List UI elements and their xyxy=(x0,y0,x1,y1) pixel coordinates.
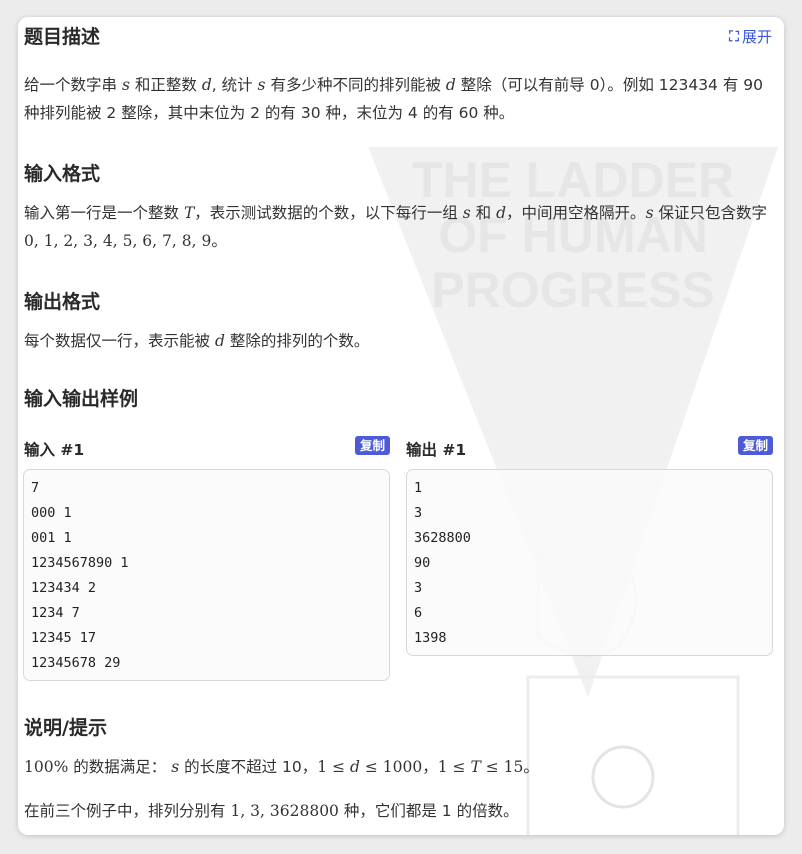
input-line: 000 1 xyxy=(31,505,72,521)
input-line: 1234 7 xyxy=(31,605,80,621)
sample-input-box[interactable]: 7 000 1 001 1 1234567890 1 123434 2 1234… xyxy=(23,469,390,681)
sample-output-label: 输出 #1 xyxy=(406,441,467,459)
input-line: 12345678 29 xyxy=(31,655,121,671)
output-line: 1 xyxy=(414,480,423,496)
input-line: 12345 17 xyxy=(31,630,97,646)
sample-input-label: 输入 #1 xyxy=(24,441,85,459)
fullscreen-icon: ⛶ xyxy=(729,28,739,45)
output-line: 90 xyxy=(414,555,431,571)
input-format-text: 输入第一行是一个整数 T，表示测试数据的个数，以下每行一组 s 和 d，中间用空… xyxy=(24,204,767,250)
description-text: 给一个数字串 s 和正整数 d, 统计 s 有多少种不同的排列能被 d 整除（可… xyxy=(24,76,763,122)
expand-button[interactable]: ⛶ 展开 xyxy=(729,26,772,47)
input-line: 001 1 xyxy=(31,530,72,546)
output-line: 3 xyxy=(414,580,423,596)
sample-output-box[interactable]: 1 3 3628800 90 3 6 1398 xyxy=(406,469,773,656)
copy-output-button[interactable]: 复制 xyxy=(738,436,774,455)
copy-input-button[interactable]: 复制 xyxy=(355,436,391,455)
input-format-title: 输入格式 xyxy=(24,163,101,185)
output-line: 6 xyxy=(414,605,423,621)
input-line: 123434 2 xyxy=(31,580,97,596)
output-line: 3 xyxy=(414,505,423,521)
problem-card: THE LADDER OF HUMAN PROGRESS 题目描述 ⛶ 展开 给… xyxy=(18,17,784,835)
description-title: 题目描述 xyxy=(24,26,101,48)
hint-title: 说明/提示 xyxy=(24,717,107,739)
hint-line-1: 100% 的数据满足： s 的长度不超过 10，1 ≤ d ≤ 1000，1 ≤… xyxy=(24,758,539,776)
output-line: 3628800 xyxy=(414,530,471,546)
output-line: 1398 xyxy=(414,630,447,646)
expand-label: 展开 xyxy=(741,28,772,46)
input-line: 7 xyxy=(31,480,40,496)
output-format-text: 每个数据仅一行，表示能被 d 整除的排列的个数。 xyxy=(24,332,370,350)
samples-title: 输入输出样例 xyxy=(24,388,139,410)
output-format-title: 输出格式 xyxy=(24,291,101,313)
hint-line-2: 在前三个例子中，排列分别有 1, 3, 3628800 种，它们都是 1 的倍数… xyxy=(24,802,519,820)
input-line: 1234567890 1 xyxy=(31,555,129,571)
